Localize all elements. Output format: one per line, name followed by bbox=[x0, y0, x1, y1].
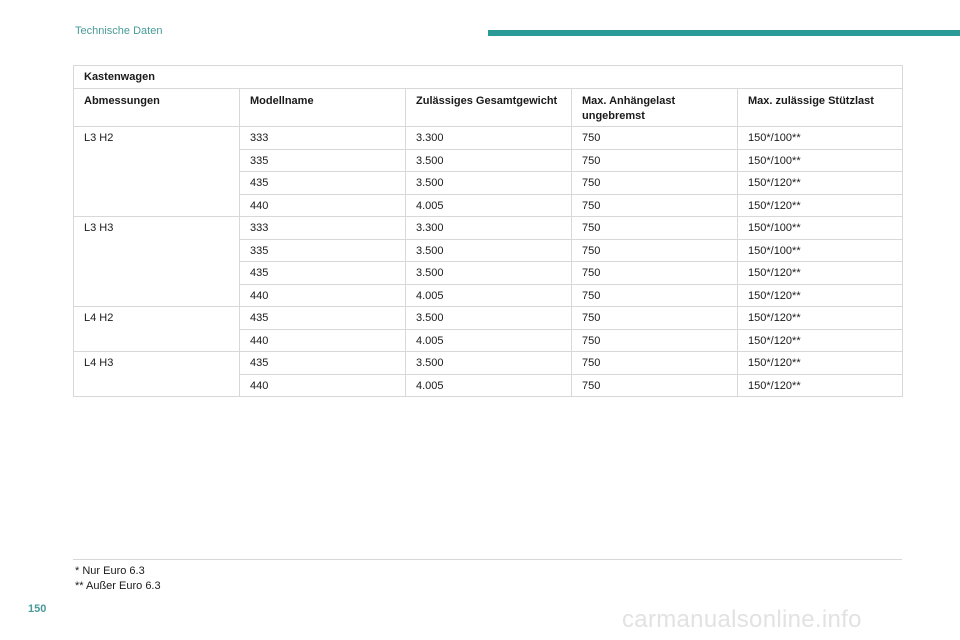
dimension-cell: L4 H3 bbox=[73, 351, 240, 397]
table-cell: 3.300 bbox=[405, 126, 572, 150]
footnote: ** Außer Euro 6.3 bbox=[75, 580, 161, 592]
table-cell: 4.005 bbox=[405, 328, 572, 352]
table-cell: 440 bbox=[239, 193, 406, 217]
table-cell: 3.300 bbox=[405, 216, 572, 240]
table-cell: 440 bbox=[239, 373, 406, 397]
table-cell: 150*/120** bbox=[736, 306, 904, 330]
table-cell: 750 bbox=[571, 193, 738, 217]
table-cell: 335 bbox=[239, 148, 406, 172]
table-cell: 150*/100** bbox=[736, 126, 904, 150]
column-header: Max. zulässige Stützlast bbox=[736, 88, 904, 127]
dimension-cell: L3 H3 bbox=[73, 216, 240, 307]
table-cell: 150*/120** bbox=[736, 283, 904, 307]
table-cell: 150*/100** bbox=[736, 238, 904, 262]
table-cell: 750 bbox=[571, 238, 738, 262]
table-cell: 150*/120** bbox=[736, 351, 904, 375]
table-row: L4 H3 435 3.500 750 150*/120** bbox=[73, 351, 904, 397]
page-number: 150 bbox=[28, 603, 47, 615]
table-row: L3 H2 333 3.300 750 150*/100** bbox=[73, 126, 904, 217]
footnote-divider bbox=[73, 559, 902, 560]
table-row: L3 H3 333 3.300 750 150*/100** bbox=[73, 216, 904, 307]
table-body: L3 H2 333 3.300 750 150*/100** 335 3.500 750 150… bbox=[73, 126, 904, 397]
table-cell: 4.005 bbox=[405, 193, 572, 217]
table-cell: 435 bbox=[239, 171, 406, 195]
table-cell: 750 bbox=[571, 171, 738, 195]
table-cell: 435 bbox=[239, 261, 406, 285]
table-caption: Kastenwagen bbox=[72, 65, 904, 89]
table-cell: 435 bbox=[239, 351, 406, 375]
header-accent-bar bbox=[488, 30, 960, 36]
table-cell: 4.005 bbox=[405, 373, 572, 397]
table-cell: 3.500 bbox=[405, 238, 572, 262]
table-cell: 150*/120** bbox=[736, 171, 904, 195]
dimension-cell: L4 H2 bbox=[73, 306, 240, 352]
table-cell: 3.500 bbox=[405, 261, 572, 285]
column-header: Modellname bbox=[239, 88, 406, 127]
table-cell: 750 bbox=[571, 373, 738, 397]
column-header: Max. Anhängelast ungebremst bbox=[571, 88, 738, 127]
table-cell: 150*/120** bbox=[736, 328, 904, 352]
table-cell: 750 bbox=[571, 148, 738, 172]
table-cell: 750 bbox=[571, 261, 738, 285]
table-cell: 333 bbox=[239, 126, 406, 150]
table-cell: 150*/120** bbox=[736, 373, 904, 397]
technical-data-table: Kastenwagen Abmessungen Modellname Zuläs… bbox=[72, 65, 904, 397]
table-cell: 150*/120** bbox=[736, 261, 904, 285]
table-cell: 335 bbox=[239, 238, 406, 262]
table-cell: 150*/100** bbox=[736, 216, 904, 240]
dimension-cell: L3 H2 bbox=[73, 126, 240, 217]
table-cell: 750 bbox=[571, 351, 738, 375]
table-cell: 440 bbox=[239, 283, 406, 307]
table-cell: 750 bbox=[571, 283, 738, 307]
column-header: Abmessungen bbox=[73, 88, 240, 127]
table-cell: 750 bbox=[571, 328, 738, 352]
table-cell: 435 bbox=[239, 306, 406, 330]
table-cell: 440 bbox=[239, 328, 406, 352]
table-cell: 3.500 bbox=[405, 351, 572, 375]
table-cell: 3.500 bbox=[405, 171, 572, 195]
watermark: carmanualsonline.info bbox=[622, 606, 862, 633]
table-cell: 3.500 bbox=[405, 148, 572, 172]
table-cell: 150*/120** bbox=[736, 193, 904, 217]
section-title: Technische Daten bbox=[75, 25, 163, 37]
table-cell: 4.005 bbox=[405, 283, 572, 307]
table-cell: 3.500 bbox=[405, 306, 572, 330]
table-cell: 750 bbox=[571, 126, 738, 150]
table-row: L4 H2 435 3.500 750 150*/120** bbox=[73, 306, 904, 352]
table-cell: 333 bbox=[239, 216, 406, 240]
table-cell: 750 bbox=[571, 306, 738, 330]
table-cell: 750 bbox=[571, 216, 738, 240]
column-header: Zulässiges Gesamtgewicht bbox=[405, 88, 572, 127]
footnote: * Nur Euro 6.3 bbox=[75, 565, 145, 577]
table-cell: 150*/100** bbox=[736, 148, 904, 172]
